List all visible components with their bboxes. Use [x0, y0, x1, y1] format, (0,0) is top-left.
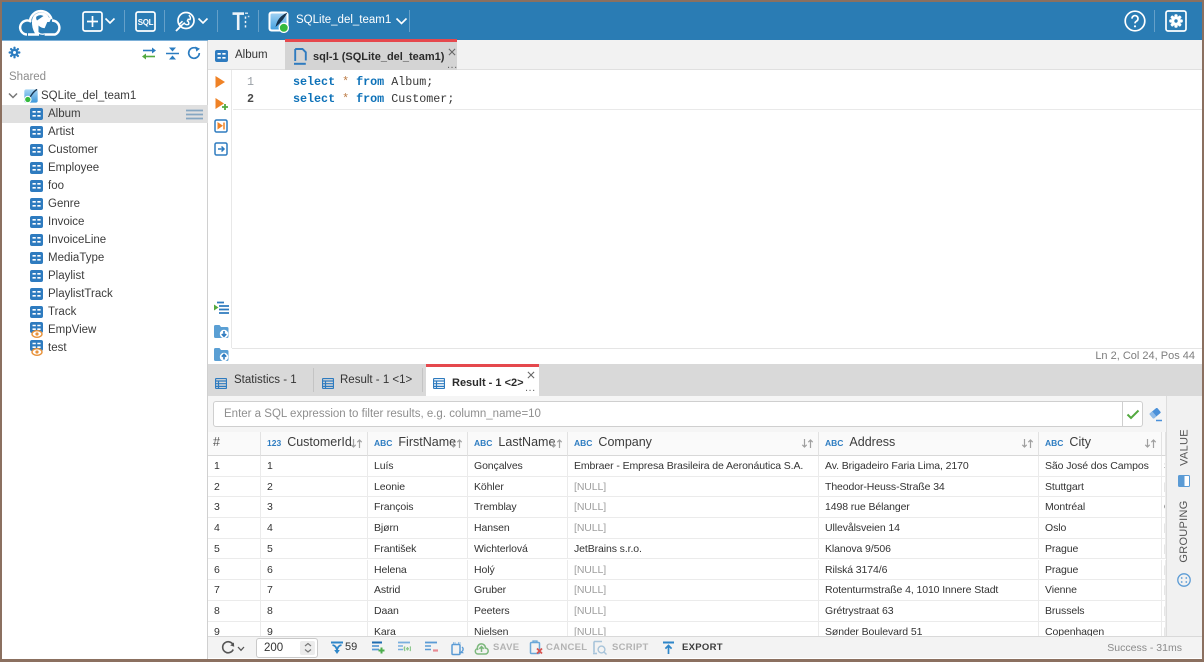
svg-text:SQL: SQL	[138, 18, 154, 27]
